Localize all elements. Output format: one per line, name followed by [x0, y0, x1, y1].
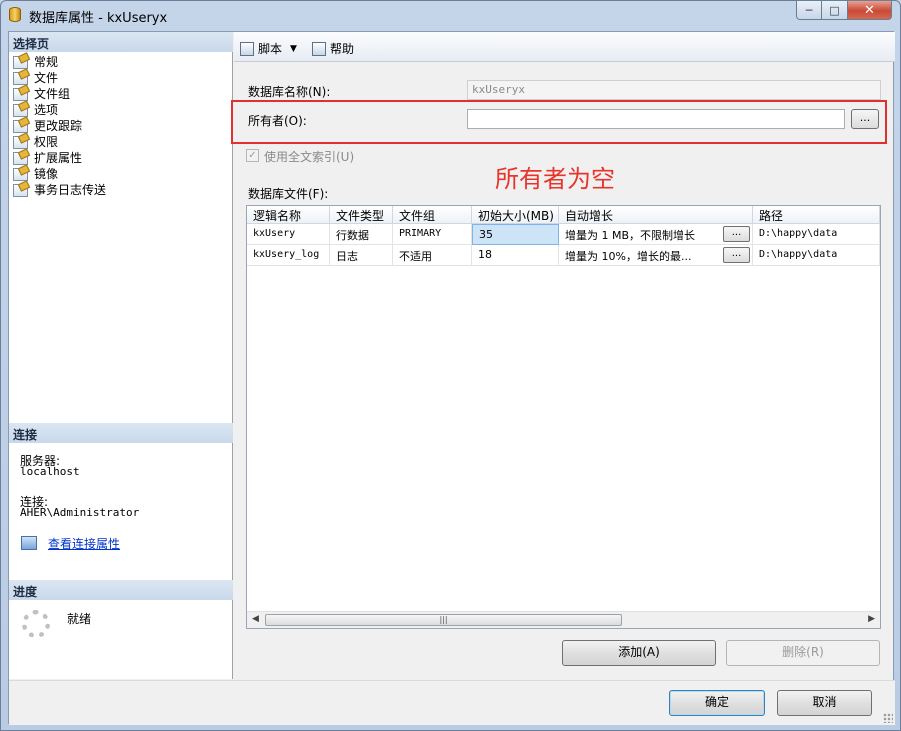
- window-title: 数据库属性 - kxUseryx: [29, 11, 168, 26]
- toolbar: 脚本 ▼ 帮助: [234, 32, 895, 62]
- col-path[interactable]: 路径: [753, 206, 880, 224]
- connection-header: 连接: [9, 423, 233, 443]
- database-name-field: kxUseryx: [467, 80, 881, 100]
- connection-value: AHER\Administrator: [20, 506, 140, 519]
- maximize-button[interactable]: □: [822, 1, 848, 20]
- cell-filegroup[interactable]: PRIMARY: [393, 224, 472, 245]
- autogrowth-browse-button[interactable]: ...: [723, 226, 750, 242]
- cancel-button[interactable]: 取消: [777, 690, 872, 716]
- page-icon: [13, 167, 28, 181]
- page-icon: [13, 151, 28, 165]
- page-icon: [13, 103, 28, 117]
- cell-logical-name[interactable]: kxUsery_log: [247, 245, 330, 266]
- owner-highlight-box: [231, 100, 887, 144]
- page-icon: [13, 119, 28, 133]
- select-page-header: 选择页: [9, 32, 233, 52]
- database-properties-window: 数据库属性 - kxUseryx ─ □ ✕ 选择页 常规 文件 文件组 选项 …: [0, 0, 901, 731]
- scroll-left-icon[interactable]: ◀: [252, 614, 259, 624]
- nav-item-label: 镜像: [34, 167, 59, 181]
- script-label: 脚本: [258, 42, 283, 56]
- view-connection-properties-link[interactable]: 查看连接属性: [48, 535, 120, 552]
- cell-file-type[interactable]: 行数据: [330, 224, 393, 245]
- database-name-label: 数据库名称(N):: [248, 85, 331, 99]
- cell-filegroup[interactable]: 不适用: [393, 245, 472, 266]
- minimize-button[interactable]: ─: [796, 1, 822, 20]
- col-initial-size[interactable]: 初始大小(MB): [472, 206, 559, 224]
- progress-spinner-icon: [22, 610, 50, 638]
- page-icon: [13, 71, 28, 85]
- close-icon: ✕: [864, 2, 875, 18]
- resize-grip-icon[interactable]: [883, 713, 893, 723]
- database-icon: [9, 7, 21, 22]
- grid-header: 逻辑名称 文件类型 文件组 初始大小(MB) 自动增长 路径: [247, 206, 880, 224]
- page-icon: [13, 87, 28, 101]
- cell-path[interactable]: D:\happy\data: [753, 245, 880, 266]
- nav-item-label: 选项: [34, 103, 59, 117]
- database-files-label: 数据库文件(F):: [248, 187, 329, 201]
- table-row[interactable]: kxUsery 行数据 PRIMARY 35 增量为 1 MB，不限制增长 ..…: [247, 224, 880, 245]
- fulltext-index-checkbox: ✓: [246, 149, 259, 162]
- col-file-type[interactable]: 文件类型: [330, 206, 393, 224]
- cell-logical-name[interactable]: kxUsery: [247, 224, 330, 245]
- script-button[interactable]: 脚本 ▼: [240, 40, 297, 57]
- cell-file-type[interactable]: 日志: [330, 245, 393, 266]
- nav-item-label: 扩展属性: [34, 151, 83, 165]
- nav-item-label: 权限: [34, 135, 59, 149]
- database-files-grid[interactable]: 逻辑名称 文件类型 文件组 初始大小(MB) 自动增长 路径 kxUsery 行…: [246, 205, 881, 629]
- page-icon: [13, 135, 28, 149]
- owner-empty-annotation: 所有者为空: [495, 165, 615, 193]
- minimize-icon: ─: [805, 3, 813, 17]
- left-pane: 选择页 常规 文件 文件组 选项 更改跟踪 权限 扩展属性 镜像 事务日志传送 …: [9, 32, 233, 679]
- maximize-icon: □: [829, 3, 840, 17]
- autogrowth-browse-button[interactable]: ...: [723, 247, 750, 263]
- title-bar[interactable]: 数据库属性 - kxUseryx ─ □ ✕: [1, 1, 900, 29]
- help-icon: [312, 41, 326, 56]
- nav-item-label: 更改跟踪: [34, 119, 83, 133]
- script-icon: [240, 41, 254, 56]
- cell-initial-size[interactable]: 35: [472, 224, 559, 245]
- col-logical-name[interactable]: 逻辑名称: [247, 206, 330, 224]
- autogrowth-text: 增量为 1 MB，不限制增长: [565, 229, 696, 242]
- close-button[interactable]: ✕: [848, 1, 892, 20]
- server-value: localhost: [20, 465, 80, 478]
- col-filegroup[interactable]: 文件组: [393, 206, 472, 224]
- chevron-down-icon[interactable]: ▼: [290, 44, 297, 54]
- scroll-right-icon[interactable]: ▶: [868, 614, 875, 624]
- page-icon: [13, 55, 28, 69]
- nav-item-log-shipping[interactable]: 事务日志传送: [13, 182, 106, 198]
- help-label: 帮助: [330, 42, 355, 56]
- cell-autogrowth[interactable]: 增量为 10%，增长的最... ...: [559, 245, 753, 266]
- ok-button[interactable]: 确定: [669, 690, 765, 716]
- autogrowth-text: 增量为 10%，增长的最...: [565, 250, 692, 263]
- window-controls: ─ □ ✕: [796, 1, 892, 20]
- cell-autogrowth[interactable]: 增量为 1 MB，不限制增长 ...: [559, 224, 753, 245]
- nav-item-label: 事务日志传送: [34, 183, 107, 197]
- cell-initial-size[interactable]: 18: [472, 245, 559, 266]
- cell-path[interactable]: D:\happy\data: [753, 224, 880, 245]
- page-nav-list: 常规 文件 文件组 选项 更改跟踪 权限 扩展属性 镜像 事务日志传送: [13, 54, 106, 198]
- add-button[interactable]: 添加(A): [562, 640, 716, 666]
- col-autogrowth[interactable]: 自动增长: [559, 206, 753, 224]
- nav-item-label: 常规: [34, 55, 59, 69]
- table-row[interactable]: kxUsery_log 日志 不适用 18 增量为 10%，增长的最... ..…: [247, 245, 880, 266]
- scrollbar-thumb[interactable]: |||: [265, 614, 622, 626]
- horizontal-scrollbar[interactable]: ◀ ||| ▶: [247, 611, 880, 628]
- fulltext-index-label: 使用全文索引(U): [264, 150, 355, 164]
- connection-properties-icon: [21, 536, 37, 550]
- progress-header: 进度: [9, 580, 233, 600]
- nav-item-label: 文件: [34, 71, 59, 85]
- progress-status: 就绪: [67, 612, 92, 626]
- help-button[interactable]: 帮助: [312, 40, 354, 57]
- page-icon: [13, 183, 28, 197]
- remove-button: 删除(R): [726, 640, 880, 666]
- nav-item-label: 文件组: [34, 87, 71, 101]
